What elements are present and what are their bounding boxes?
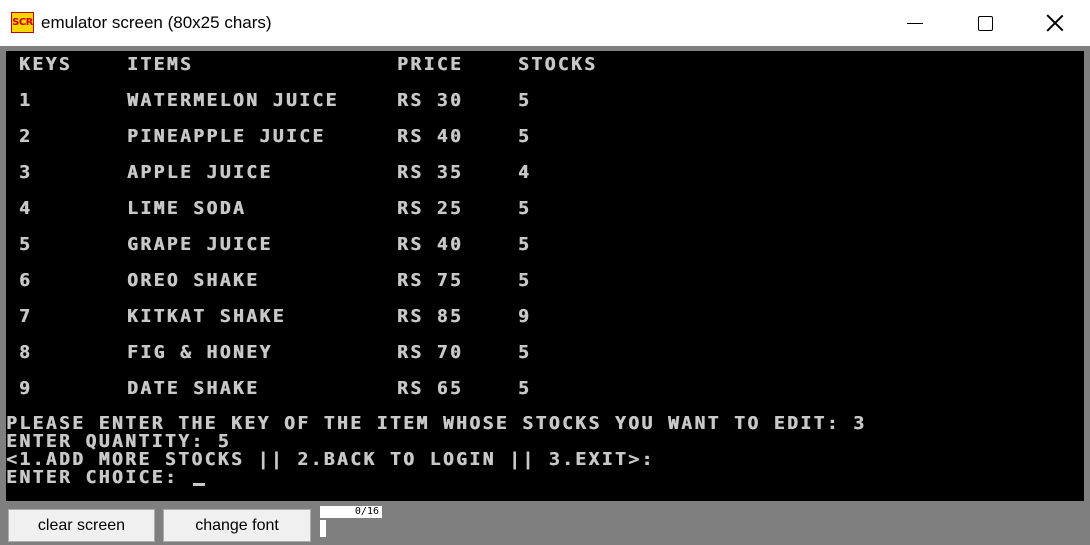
input-counter: 0/16 (320, 506, 382, 518)
row-item: PINEAPPLE JUICE (127, 126, 326, 147)
header-price: PRICE (397, 54, 464, 75)
row-stock: 9 (518, 306, 532, 327)
row-price: RS 75 (397, 270, 464, 291)
row-key: 4 (19, 198, 33, 219)
text-cursor (193, 483, 206, 486)
table-header: KEYS ITEMS PRICE STOCKS (6, 54, 595, 76)
row-item: LIME SODA (127, 198, 247, 219)
row-item: APPLE JUICE (127, 162, 273, 183)
key-input-field[interactable] (320, 520, 326, 537)
minimize-button[interactable] (880, 0, 950, 46)
change-font-button[interactable]: change font (163, 509, 311, 542)
emulator-screen[interactable]: KEYS ITEMS PRICE STOCKS 1 WATERMELON JUI… (6, 51, 1084, 501)
row-key: 1 (19, 90, 33, 111)
row-stock: 5 (518, 234, 532, 255)
row-item: DATE SHAKE (127, 378, 260, 399)
row-price: RS 40 (397, 126, 464, 147)
row-stock: 5 (518, 126, 532, 147)
title-bar[interactable]: SCR emulator screen (80x25 chars) (0, 0, 1090, 46)
table-row: 1 WATERMELON JUICE RS 30 5 (6, 90, 529, 112)
table-row: 4 LIME SODA RS 25 5 (6, 198, 529, 220)
table-row: 8 FIG & HONEY RS 70 5 (6, 342, 529, 364)
app-icon: SCR (11, 12, 34, 33)
row-item: WATERMELON JUICE (127, 90, 339, 111)
table-row: 3 APPLE JUICE RS 35 4 (6, 162, 529, 184)
row-key: 6 (19, 270, 33, 291)
row-key: 3 (19, 162, 33, 183)
row-key: 7 (19, 306, 33, 327)
row-key: 8 (19, 342, 33, 363)
maximize-icon (977, 15, 993, 31)
window-frame: KEYS ITEMS PRICE STOCKS 1 WATERMELON JUI… (0, 46, 1090, 545)
table-row: 7 KITKAT SHAKE RS 85 9 (6, 306, 529, 328)
table-row: 6 OREO SHAKE RS 75 5 (6, 270, 529, 292)
window-title: emulator screen (80x25 chars) (41, 13, 272, 32)
row-price: RS 70 (397, 342, 464, 363)
maximize-button[interactable] (950, 0, 1020, 46)
row-item: OREO SHAKE (127, 270, 260, 291)
row-stock: 4 (518, 162, 532, 183)
minimize-icon (907, 22, 923, 24)
row-price: RS 35 (397, 162, 464, 183)
row-price: RS 30 (397, 90, 464, 111)
row-key: 9 (19, 378, 33, 399)
row-stock: 5 (518, 270, 532, 291)
close-icon (1046, 14, 1064, 32)
row-stock: 5 (518, 342, 532, 363)
row-key: 2 (19, 126, 33, 147)
clear-screen-button[interactable]: clear screen (8, 509, 155, 542)
row-stock: 5 (518, 378, 532, 399)
row-key: 5 (19, 234, 33, 255)
row-price: RS 40 (397, 234, 464, 255)
table-row: 2 PINEAPPLE JUICE RS 40 5 (6, 126, 529, 148)
row-price: RS 65 (397, 378, 464, 399)
close-button[interactable] (1020, 0, 1090, 46)
row-item: GRAPE JUICE (127, 234, 273, 255)
table-row: 5 GRAPE JUICE RS 40 5 (6, 234, 529, 256)
header-items: ITEMS (127, 54, 194, 75)
choice-prompt: ENTER CHOICE: (6, 467, 206, 488)
header-stocks: STOCKS (518, 54, 598, 75)
row-price: RS 85 (397, 306, 464, 327)
table-row: 9 DATE SHAKE RS 65 5 (6, 378, 529, 400)
choice-prompt-label: ENTER CHOICE: (6, 467, 192, 488)
row-item: KITKAT SHAKE (127, 306, 286, 327)
row-stock: 5 (518, 90, 532, 111)
row-item: FIG & HONEY (127, 342, 273, 363)
row-price: RS 25 (397, 198, 464, 219)
header-keys: KEYS (19, 54, 72, 75)
row-stock: 5 (518, 198, 532, 219)
